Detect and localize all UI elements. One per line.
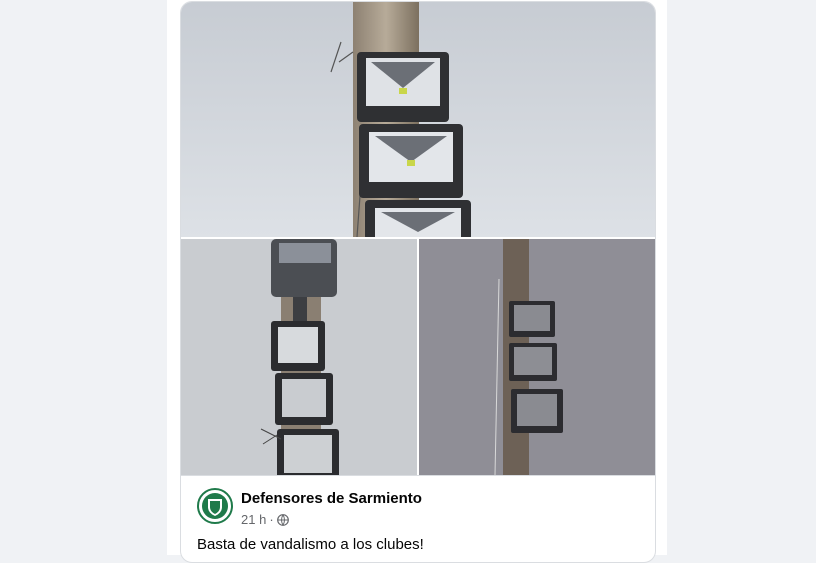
post-caption: Basta de vandalismo a los clubes! <box>197 536 424 553</box>
photo-bottom-left[interactable] <box>181 239 417 475</box>
post-header: Defensores de Sarmiento 21 h · Basta de … <box>181 475 655 562</box>
photo-bottom-right[interactable] <box>419 239 655 475</box>
avatar[interactable] <box>197 488 233 524</box>
page-name[interactable]: Defensores de Sarmiento <box>241 490 422 507</box>
feed-post-card: Defensores de Sarmiento 21 h · Basta de … <box>167 0 667 563</box>
globe-icon[interactable] <box>276 513 289 526</box>
photo-top[interactable] <box>181 2 655 237</box>
shared-post-embed[interactable]: Defensores de Sarmiento 21 h · Basta de … <box>180 1 656 563</box>
meta-separator: · <box>269 512 274 527</box>
post-timestamp-row: 21 h · <box>241 512 289 527</box>
post-time[interactable]: 21 h <box>241 512 266 527</box>
